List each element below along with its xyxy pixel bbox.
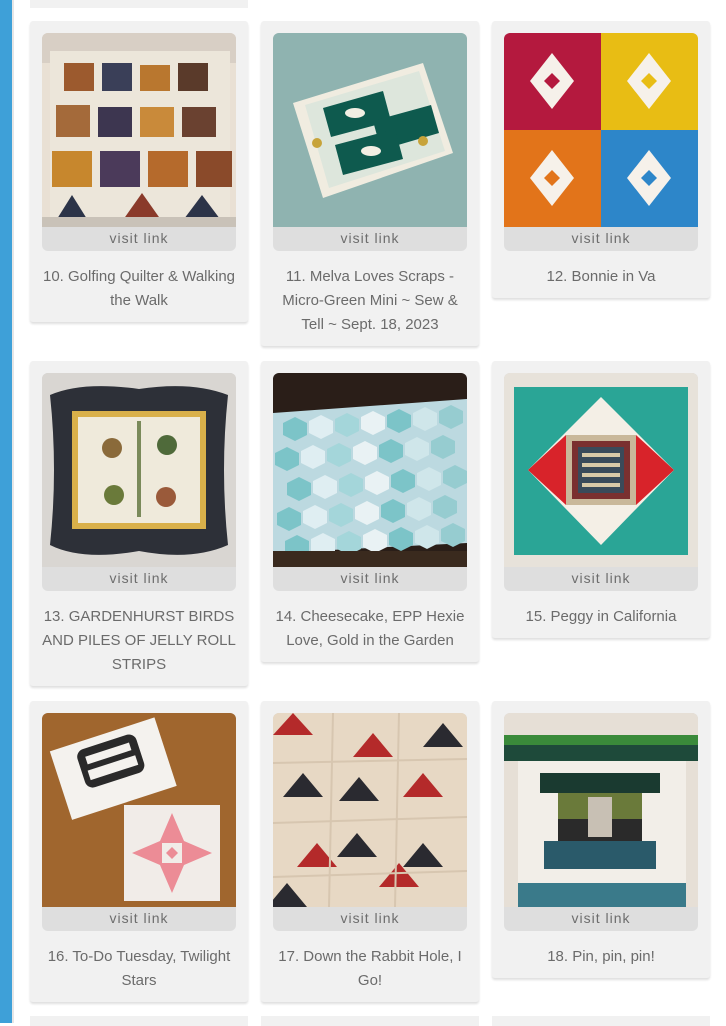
link-card[interactable]: visit link 17. Down the Rabbit Hole, I G… (261, 701, 479, 1002)
pink-star-block-photo[interactable] (42, 713, 236, 907)
visit-link-button[interactable]: visit link (42, 907, 236, 931)
entry-title[interactable]: 17. Down the Rabbit Hole, I Go! (271, 945, 469, 993)
red-black-star-blocks-photo[interactable] (273, 713, 467, 907)
flag-square-block-photo[interactable] (504, 373, 698, 567)
entry-title[interactable]: 14. Cheesecake, EPP Hexie Love, Gold in … (271, 605, 469, 653)
card-stub-top (30, 0, 248, 8)
entry-title[interactable]: 18. Pin, pin, pin! (502, 945, 700, 969)
entry-title[interactable]: 16. To-Do Tuesday, Twilight Stars (40, 945, 238, 993)
visit-link-button[interactable]: visit link (504, 567, 698, 591)
entry-title[interactable]: 15. Peggy in California (502, 605, 700, 629)
entry-title[interactable]: 12. Bonnie in Va (502, 265, 700, 289)
link-card[interactable]: visit link 10. Golfing Quilter & Walking… (30, 21, 248, 322)
link-card[interactable]: visit link 15. Peggy in California (492, 361, 710, 638)
entry-title[interactable]: 10. Golfing Quilter & Walking the Walk (40, 265, 238, 313)
log-cabin-block-photo[interactable] (504, 713, 698, 907)
link-card[interactable]: visit link 18. Pin, pin, pin! (492, 701, 710, 978)
visit-link-button[interactable]: visit link (273, 907, 467, 931)
card-stub-bottom (492, 1016, 710, 1026)
visit-link-button[interactable]: visit link (273, 567, 467, 591)
link-card[interactable]: visit link 14. Cheesecake, EPP Hexie Lov… (261, 361, 479, 662)
accent-sidebar (0, 0, 12, 1023)
visit-link-button[interactable]: visit link (42, 227, 236, 251)
entry-title[interactable]: 11. Melva Loves Scraps - Micro-Green Min… (271, 265, 469, 337)
link-card[interactable]: visit link 12. Bonnie in Va (492, 21, 710, 298)
link-card[interactable]: visit link 11. Melva Loves Scraps - Micr… (261, 21, 479, 346)
sidebar-divider (12, 0, 14, 1023)
green-mini-quilt-photo[interactable] (273, 33, 467, 227)
link-card[interactable]: visit link 13. GARDENHURST BIRDS AND PIL… (30, 361, 248, 686)
hourglass-blocks-photo[interactable] (504, 33, 698, 227)
pumpkin-quilt-photo[interactable] (42, 33, 236, 227)
entry-title[interactable]: 13. GARDENHURST BIRDS AND PILES OF JELLY… (40, 605, 238, 677)
card-stub-bottom (30, 1016, 248, 1026)
applique-birds-quilt-photo[interactable] (42, 373, 236, 567)
visit-link-button[interactable]: visit link (42, 567, 236, 591)
hexie-quilt-photo[interactable] (273, 373, 467, 567)
link-card[interactable]: visit link 16. To-Do Tuesday, Twilight S… (30, 701, 248, 1002)
card-stub-bottom (261, 1016, 479, 1026)
visit-link-button[interactable]: visit link (273, 227, 467, 251)
visit-link-button[interactable]: visit link (504, 227, 698, 251)
visit-link-button[interactable]: visit link (504, 907, 698, 931)
